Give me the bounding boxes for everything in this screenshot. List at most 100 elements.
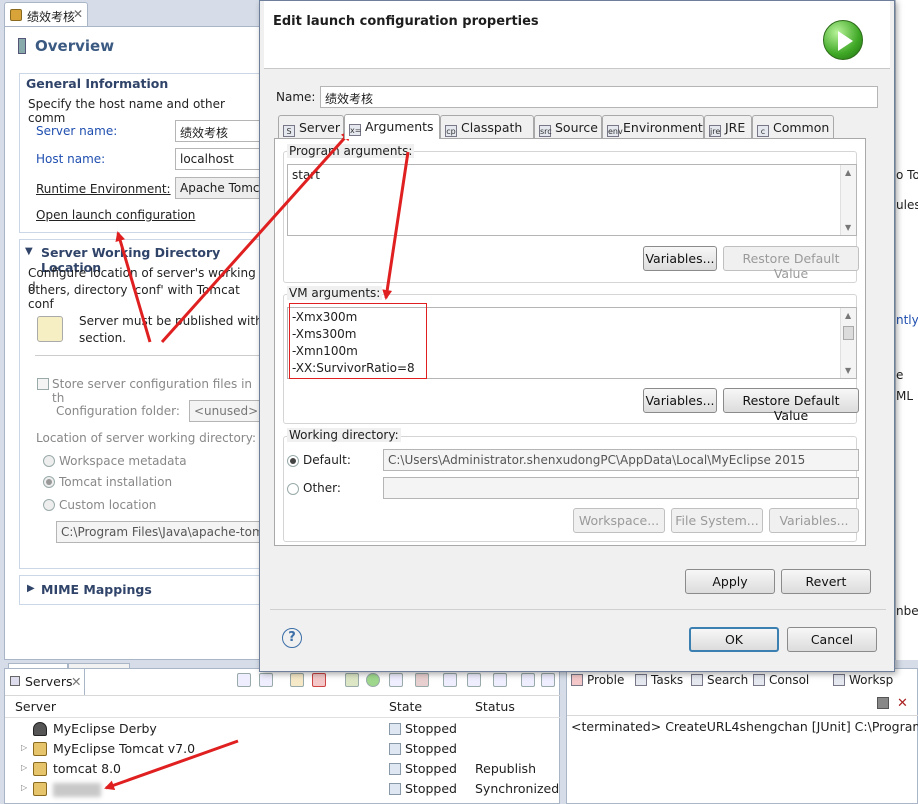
stopped-icon (389, 783, 401, 795)
scroll-up-icon[interactable]: ▲ (845, 311, 851, 320)
host-name-field[interactable]: localhost (175, 148, 267, 170)
tab-tasks[interactable]: Tasks (635, 673, 683, 687)
stop-icon[interactable] (415, 673, 429, 687)
tomcat-icon (33, 782, 47, 796)
maximize-icon[interactable] (259, 673, 273, 687)
help-icon[interactable]: ? (282, 628, 302, 648)
variables-button[interactable]: Variables... (769, 508, 859, 533)
variables-button[interactable]: Variables... (643, 388, 717, 413)
tab-search-label: Search (707, 673, 749, 687)
expand-arrow-icon[interactable]: ▷ (21, 743, 27, 752)
default-label: Default: (303, 453, 351, 467)
scroll-down-icon[interactable]: ▼ (845, 223, 851, 232)
vm-arguments-highlight (289, 303, 427, 379)
default-directory-field[interactable]: C:\Users\Administrator.shenxudongPC\AppD… (383, 449, 859, 471)
tab-workspace[interactable]: Worksp (833, 673, 893, 687)
new-server-icon[interactable] (290, 673, 304, 687)
run-icon (823, 20, 863, 60)
servers-tab[interactable]: Servers ✕ (5, 669, 85, 695)
tab-console[interactable]: Consol (753, 673, 809, 687)
remove-launch-icon[interactable]: ✕ (897, 696, 908, 711)
tab-server[interactable]: S Server (278, 115, 344, 138)
close-icon[interactable]: ✕ (73, 7, 83, 21)
tab-search[interactable]: Search (691, 673, 748, 687)
deploy-icon[interactable] (467, 673, 481, 687)
runtime-environment-select[interactable]: Apache Tomc (175, 177, 267, 199)
vm-arguments-label: VM arguments: (287, 286, 383, 300)
terminate-icon[interactable] (877, 697, 889, 709)
scroll-up-icon[interactable]: ▲ (845, 168, 851, 177)
expand-arrow-icon[interactable]: ▷ (21, 783, 27, 792)
editor-tab[interactable]: 绩效考核 ✕ (4, 2, 88, 26)
server-state-text: Stopped (405, 721, 457, 736)
tab-jre[interactable]: jre JRE (704, 115, 752, 138)
server-row[interactable]: ▷ MyEclipse Tomcat v7.0 Stopped (5, 739, 561, 759)
server-row[interactable]: MyEclipse Derby Stopped (5, 719, 561, 739)
tomcat-installation-radio[interactable] (43, 476, 55, 488)
cancel-button[interactable]: Cancel (787, 627, 877, 652)
publish-note-2: section. (79, 331, 127, 345)
divider (5, 717, 561, 718)
variables-button[interactable]: Variables... (643, 246, 717, 271)
column-status[interactable]: Status (475, 699, 515, 714)
custom-location-field[interactable]: C:\Program Files\Java\apache-tom (56, 521, 266, 543)
expand-icon[interactable]: ▶ (27, 583, 35, 594)
server-name-field[interactable]: 绩效考核 (175, 120, 267, 142)
browser-icon[interactable] (493, 673, 507, 687)
start-icon[interactable] (366, 673, 380, 687)
editor-tab-label: 绩效考核 (27, 10, 76, 24)
workspace-button[interactable]: Workspace... (573, 508, 665, 533)
column-state[interactable]: State (389, 699, 422, 714)
tomcat-icon (33, 742, 47, 756)
server-state: Stopped (389, 721, 457, 736)
name-field[interactable]: 绩效考核 (320, 86, 878, 108)
minimize-icon[interactable] (237, 673, 251, 687)
profile-icon[interactable] (389, 673, 403, 687)
collapse-icon[interactable]: ▼ (25, 246, 33, 257)
tab-environment[interactable]: envEnvironment (602, 115, 704, 138)
server-state-text: Stopped (405, 761, 457, 776)
server-row[interactable]: ▷ Stopped Synchronized (5, 779, 561, 799)
open-launch-configuration-link[interactable]: Open launch configuration (36, 208, 195, 222)
revert-button[interactable]: Revert (781, 569, 871, 594)
tab-classpath[interactable]: cp Classpath (440, 115, 534, 138)
restore-default-button[interactable]: Restore Default Value (723, 388, 859, 423)
config-folder-field[interactable]: <unused> (189, 400, 265, 422)
runtime-environment-link[interactable]: Runtime Environment: (36, 182, 171, 196)
scrollbar[interactable]: ▲ ▼ (840, 165, 856, 235)
workspace-metadata-radio[interactable] (43, 455, 55, 467)
program-arguments-textarea[interactable]: start ▲ ▼ (287, 164, 857, 236)
scroll-thumb[interactable] (843, 326, 854, 340)
tasks-icon (635, 674, 647, 686)
apply-button[interactable]: Apply (685, 569, 775, 594)
ok-button[interactable]: OK (689, 627, 779, 652)
tab-common[interactable]: c Common (752, 115, 834, 138)
dialog-title: Edit launch configuration properties (273, 14, 539, 29)
other-directory-field[interactable] (383, 477, 859, 499)
tab-source[interactable]: src Source (534, 115, 602, 138)
blurred-server-name (53, 783, 101, 797)
close-icon[interactable]: ✕ (71, 674, 81, 689)
debug-icon[interactable] (345, 673, 359, 687)
mime-mappings-heading: MIME Mappings (41, 582, 152, 597)
workspace-icon (833, 674, 845, 686)
tab-problems[interactable]: Proble (571, 673, 624, 687)
restore-default-button[interactable]: Restore Default Value (723, 246, 859, 281)
delete-icon[interactable] (312, 673, 326, 687)
column-server[interactable]: Server (15, 699, 56, 714)
server-row[interactable]: ▷ tomcat 8.0 Stopped Republish (5, 759, 561, 779)
expand-arrow-icon[interactable]: ▷ (21, 763, 27, 772)
tab-arguments[interactable]: x= Arguments (344, 114, 440, 139)
publish-icon[interactable] (443, 673, 457, 687)
common-icon: c (757, 125, 769, 137)
view-menu-icon[interactable] (521, 673, 535, 687)
other-radio[interactable] (287, 483, 299, 495)
store-config-checkbox[interactable] (37, 378, 49, 390)
working-directory-label: Working directory: (287, 428, 401, 442)
custom-location-radio[interactable] (43, 499, 55, 511)
file-system-button[interactable]: File System... (671, 508, 763, 533)
scrollbar[interactable]: ▲ ▼ (840, 308, 856, 378)
default-radio[interactable] (287, 455, 299, 467)
scroll-down-icon[interactable]: ▼ (845, 366, 851, 375)
minimize-view-icon[interactable] (541, 673, 555, 687)
